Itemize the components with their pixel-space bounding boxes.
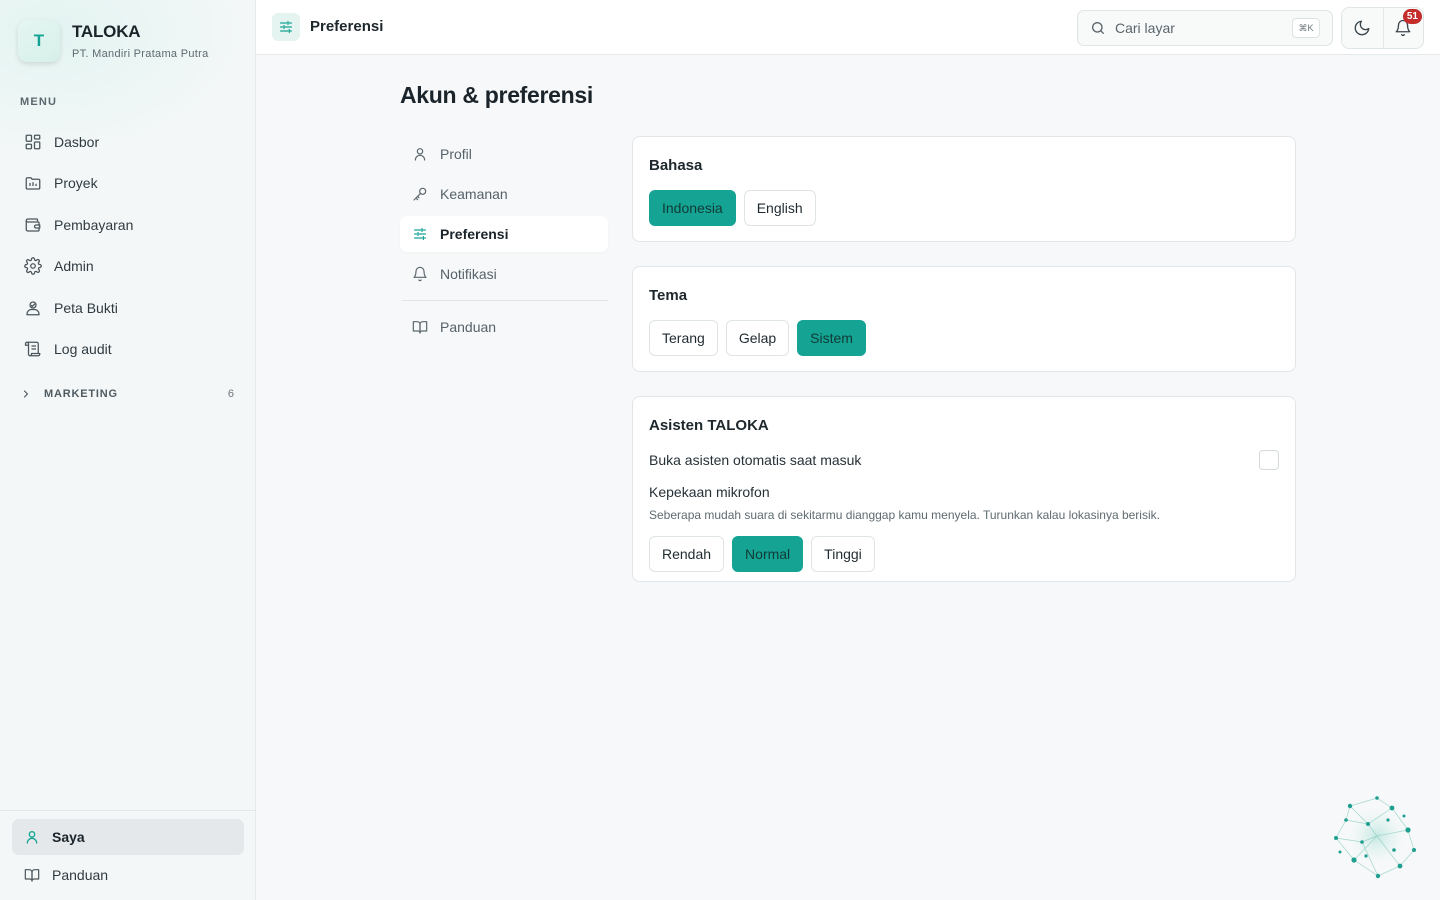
assistant-orb-icon[interactable] xyxy=(1330,792,1422,884)
book-icon xyxy=(412,321,428,334)
folder-icon xyxy=(25,177,41,190)
mic-option-rendah[interactable]: Rendah xyxy=(649,536,725,572)
header-actions: 51 xyxy=(1341,7,1424,49)
sidebar-group-marketing[interactable]: MARKETING 6 xyxy=(20,384,234,404)
user-icon xyxy=(414,148,426,161)
chevron-right-icon xyxy=(23,390,29,398)
subnav-item-label: Keamanan xyxy=(440,186,508,202)
sidebar-item-label: Panduan xyxy=(52,867,109,883)
mic-option-normal[interactable]: Normal xyxy=(732,536,804,572)
subnav-item-keamanan[interactable]: Keamanan xyxy=(400,176,608,212)
brand-name: TALOKA xyxy=(72,22,141,41)
sidebar-item-label: Pembayaran xyxy=(54,216,134,233)
page-title: Akun & preferensi xyxy=(400,82,594,108)
subnav-divider xyxy=(402,300,608,301)
dashboard-icon xyxy=(25,134,41,150)
search-input[interactable]: Cari layar ⌘K xyxy=(1077,10,1333,46)
notification-badge: 51 xyxy=(1402,9,1422,24)
brand[interactable]: T TALOKA PT. Mandiri Pratama Putra xyxy=(18,20,209,62)
brand-logo: T xyxy=(18,20,60,62)
search-placeholder: Cari layar xyxy=(1115,20,1175,36)
subnav-item-label: Preferensi xyxy=(440,226,509,242)
sidebar-bottom: Saya Panduan xyxy=(0,810,256,895)
sidebar-item-dasbor[interactable]: Dasbor xyxy=(12,121,244,163)
mic-sensitivity-hint: Seberapa mudah suara di sekitarmu diangg… xyxy=(649,508,1160,522)
sidebar-item-label: Peta Bukti xyxy=(54,299,118,316)
subnav-item-label: Profil xyxy=(440,146,472,162)
wallet-icon xyxy=(25,218,41,232)
assistant-card-title: Asisten TALOKA xyxy=(649,417,769,434)
subnav-item-notifikasi[interactable]: Notifikasi xyxy=(400,256,608,292)
sidebar-nav: Dasbor Proyek Pembayaran Admin Peta Bukt… xyxy=(12,121,244,370)
theme-option-sistem[interactable]: Sistem xyxy=(797,320,866,356)
sliders-icon xyxy=(272,13,300,41)
sliders-icon xyxy=(414,228,426,240)
moon-icon xyxy=(1354,20,1370,36)
brand-text: TALOKA PT. Mandiri Pratama Putra xyxy=(72,22,209,60)
auto-open-label: Buka asisten otomatis saat masuk xyxy=(649,452,862,468)
subnav-item-panduan[interactable]: Panduan xyxy=(400,309,608,345)
gear-icon xyxy=(24,257,42,276)
subnav-item-profil[interactable]: Profil xyxy=(400,136,608,172)
mic-sensitivity-options: Rendah Normal Tinggi xyxy=(649,536,1279,572)
sidebar-item-panduan[interactable]: Panduan xyxy=(12,857,244,893)
sidebar: T TALOKA PT. Mandiri Pratama Putra MENU … xyxy=(0,0,256,900)
sidebar-item-saya[interactable]: Saya xyxy=(12,819,244,855)
sidebar-item-label: Proyek xyxy=(54,175,98,192)
book-icon xyxy=(24,869,40,882)
search-icon xyxy=(1092,22,1104,34)
theme-option-gelap[interactable]: Gelap xyxy=(725,320,790,356)
page-header-title: Preferensi xyxy=(310,18,384,35)
top-header: Preferensi Cari layar ⌘K 51 xyxy=(256,0,1440,55)
mic-option-tinggi[interactable]: Tinggi xyxy=(811,536,875,572)
sidebar-group-label: MARKETING xyxy=(44,388,118,400)
sidebar-item-label: Dasbor xyxy=(54,133,100,150)
sidebar-item-label: Log audit xyxy=(54,341,112,358)
sidebar-item-label: Admin xyxy=(54,258,94,275)
sidebar-group-count: 6 xyxy=(227,388,234,400)
sidebar-item-proyek[interactable]: Proyek xyxy=(12,163,244,205)
brand-company: PT. Mandiri Pratama Putra xyxy=(72,48,209,60)
notifications-button[interactable]: 51 xyxy=(1382,8,1424,48)
bell-icon xyxy=(413,266,427,282)
subnav-item-preferensi[interactable]: Preferensi xyxy=(400,216,608,252)
theme-options: Terang Gelap Sistem xyxy=(649,320,1279,356)
auto-open-row: Buka asisten otomatis saat masuk xyxy=(649,450,1279,470)
assistant-card: Asisten TALOKA Buka asisten otomatis saa… xyxy=(632,396,1296,582)
mic-sensitivity-label: Kepekaan mikrofon xyxy=(649,484,770,500)
theme-toggle-button[interactable] xyxy=(1342,8,1383,48)
subnav-item-label: Panduan xyxy=(440,319,497,335)
language-options: Indonesia English xyxy=(649,190,1279,226)
scroll-icon xyxy=(24,341,41,357)
language-option-indonesia[interactable]: Indonesia xyxy=(649,190,736,226)
sidebar-item-label: Saya xyxy=(52,829,85,845)
language-card-title: Bahasa xyxy=(649,157,703,174)
settings-subnav: Profil Keamanan Preferensi Notifikasi Pa… xyxy=(400,136,608,349)
language-card: Bahasa Indonesia English xyxy=(632,136,1296,242)
user-pin-icon xyxy=(26,301,40,316)
sidebar-item-pembayaran[interactable]: Pembayaran xyxy=(12,204,244,246)
menu-heading: MENU xyxy=(20,96,58,108)
sidebar-item-log-audit[interactable]: Log audit xyxy=(12,329,244,371)
subnav-item-label: Notifikasi xyxy=(440,266,497,282)
auto-open-checkbox[interactable] xyxy=(1259,450,1279,470)
user-icon xyxy=(26,831,38,844)
language-option-english[interactable]: English xyxy=(743,190,816,226)
sidebar-item-admin[interactable]: Admin xyxy=(12,246,244,288)
search-shortcut: ⌘K xyxy=(1292,18,1320,38)
sidebar-item-peta-bukti[interactable]: Peta Bukti xyxy=(12,287,244,329)
theme-card-title: Tema xyxy=(649,287,688,304)
theme-card: Tema Terang Gelap Sistem xyxy=(632,266,1296,372)
key-icon xyxy=(413,187,427,201)
theme-option-terang[interactable]: Terang xyxy=(649,320,718,356)
